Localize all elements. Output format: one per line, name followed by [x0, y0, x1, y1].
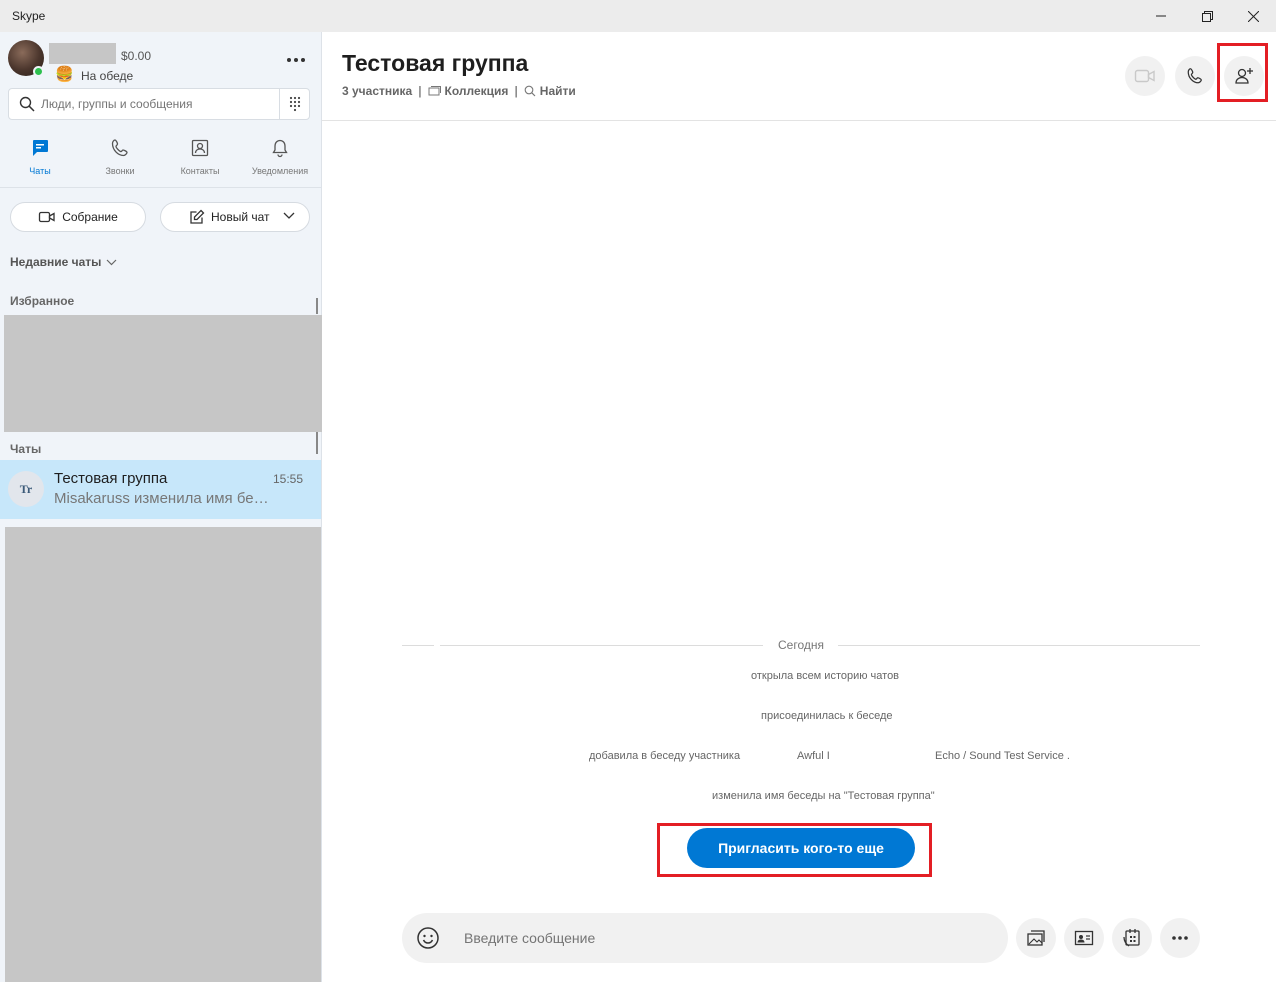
video-call-button[interactable]: [1125, 56, 1165, 96]
divider: |: [418, 84, 422, 98]
chat-icon: [33, 140, 48, 156]
favorites-heading: Избранное: [10, 294, 75, 308]
chat-preview: Misakaruss изменила имя беседы на "Тесто…: [54, 490, 274, 507]
collection-link[interactable]: Коллекция: [445, 84, 509, 98]
divider: [0, 187, 321, 188]
system-message: присоединилась к беседе: [761, 710, 893, 722]
search-input[interactable]: [41, 97, 273, 111]
presence-indicator: [33, 66, 44, 77]
tab-calls[interactable]: Звонки: [80, 136, 160, 186]
close-icon: [1247, 10, 1259, 22]
gallery-icon: [428, 85, 441, 95]
audio-call-button[interactable]: [1175, 56, 1215, 96]
tab-chats-label: Чаты: [29, 166, 51, 176]
chat-time: 15:55: [272, 472, 303, 486]
send-contact-button[interactable]: [1064, 918, 1104, 958]
message-input[interactable]: [464, 930, 964, 946]
group-avatar: Tr: [8, 471, 44, 507]
dialpad-icon: [289, 96, 300, 112]
new-chat-button-label: Новый чат: [211, 210, 270, 224]
recent-chats-label: Недавние чаты: [10, 255, 102, 269]
mood-emoji-icon: 🍔: [55, 66, 74, 83]
search-box[interactable]: [8, 88, 310, 120]
tab-contacts[interactable]: Контакты: [160, 136, 240, 186]
meeting-button-label: Собрание: [62, 210, 118, 224]
restore-button[interactable]: [1184, 0, 1230, 32]
conversation-title[interactable]: Тестовая группа: [342, 50, 528, 77]
system-message: добавила в беседу участника: [589, 750, 741, 762]
conversation-pane: Тестовая группа 3 участника | Коллекция …: [322, 32, 1276, 982]
restore-icon: [1201, 10, 1213, 22]
phone-icon: [1187, 68, 1202, 84]
tab-notifications[interactable]: Уведомления: [240, 136, 320, 186]
more-options-button[interactable]: [284, 52, 308, 68]
compose-icon: [190, 209, 205, 224]
scrollbar[interactable]: [316, 298, 318, 314]
minimize-button[interactable]: [1138, 0, 1184, 32]
tab-contacts-label: Контакты: [180, 166, 220, 176]
tab-calls-label: Звонки: [105, 166, 135, 176]
participants-link[interactable]: 3 участника: [342, 84, 412, 98]
mood-message[interactable]: На обеде: [81, 69, 133, 83]
minimize-icon: [1156, 15, 1166, 17]
tab-chats[interactable]: Чаты: [0, 136, 80, 186]
window-title: Skype: [12, 9, 46, 23]
highlight-box: [1217, 43, 1268, 102]
recent-chats-filter[interactable]: Недавние чаты: [10, 255, 117, 269]
divider: |: [514, 84, 518, 98]
more-actions-button[interactable]: [1160, 918, 1200, 958]
window-titlebar: Skype: [0, 0, 1276, 32]
highlight-box: [657, 823, 932, 877]
contacts-icon: [191, 139, 209, 157]
bell-icon: [272, 139, 288, 158]
redacted-name: [49, 43, 116, 64]
divider: [440, 645, 763, 646]
send-file-button[interactable]: [1016, 918, 1056, 958]
emoji-icon[interactable]: [416, 926, 440, 950]
scrollbar-thumb[interactable]: [316, 432, 318, 454]
chat-list-item[interactable]: Tr Тестовая группа 15:55 Misakaruss изме…: [0, 460, 321, 519]
phone-icon: [111, 139, 128, 157]
search-icon: [19, 96, 35, 112]
search-icon: [524, 85, 536, 97]
system-message: открыла всем историю чатов: [751, 670, 900, 682]
redacted-chat-list: [5, 527, 321, 982]
dialpad-button[interactable]: [279, 89, 309, 119]
chats-heading: Чаты: [10, 442, 42, 456]
chevron-down-icon: [106, 259, 117, 265]
redacted-favorites: [4, 315, 325, 432]
profile-header: $0.00 🍔 На обеде: [8, 40, 314, 83]
sidebar: $0.00 🍔 На обеде Чаты: [0, 32, 325, 982]
new-chat-button[interactable]: Новый чат: [160, 202, 310, 232]
schedule-call-button[interactable]: [1112, 918, 1152, 958]
more-horizontal-icon: [1172, 936, 1188, 940]
participant-name[interactable]: Echo / Sound Test Service .: [935, 750, 1070, 762]
video-meeting-icon: [39, 211, 55, 223]
find-link[interactable]: Найти: [540, 84, 576, 98]
meeting-button[interactable]: Собрание: [10, 202, 146, 232]
system-message: изменила имя беседы на "Тестовая группа": [712, 790, 935, 802]
tab-notifications-label: Уведомления: [251, 166, 309, 176]
divider: [838, 645, 1200, 646]
date-separator: Сегодня: [778, 638, 824, 652]
chevron-down-icon[interactable]: [283, 212, 295, 220]
video-camera-icon: [1134, 69, 1155, 83]
contact-card-icon: [1074, 930, 1094, 946]
nav-tabs: Чаты Звонки Контакты Уведомления: [0, 136, 322, 186]
conversation-subheader: 3 участника | Коллекция | Найти: [342, 84, 576, 98]
media-gallery-icon: [1027, 930, 1045, 946]
credit-balance[interactable]: $0.00: [121, 49, 151, 63]
message-composer[interactable]: [402, 913, 1008, 963]
calendar-call-icon: [1123, 929, 1140, 947]
close-button[interactable]: [1230, 0, 1276, 32]
chat-name: Тестовая группа: [54, 470, 168, 487]
divider: [322, 120, 1276, 121]
participant-name[interactable]: Awful I: [797, 750, 830, 762]
divider: [402, 645, 434, 646]
